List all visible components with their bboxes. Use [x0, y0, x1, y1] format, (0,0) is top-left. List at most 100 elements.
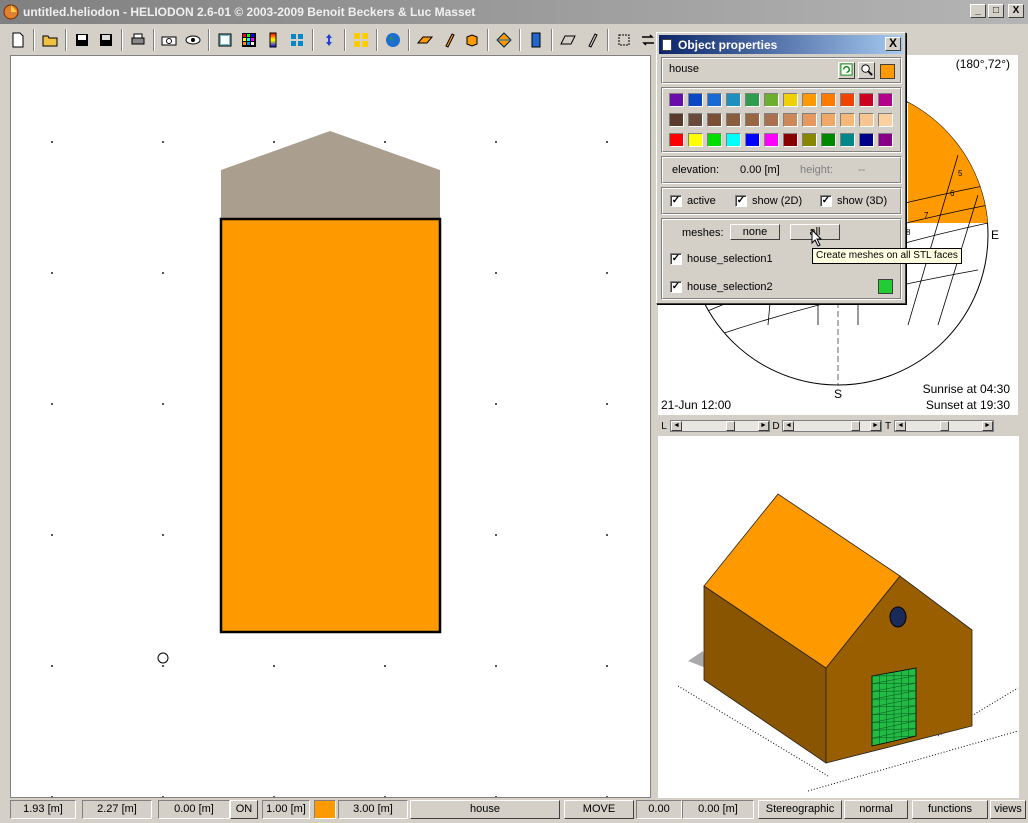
camera-icon[interactable]: [159, 29, 181, 51]
palette-swatch[interactable]: [745, 93, 760, 107]
palette-swatch[interactable]: [764, 133, 779, 147]
zoom-icon[interactable]: [858, 62, 875, 79]
ruler-icon[interactable]: [557, 29, 579, 51]
close-button[interactable]: X: [1008, 4, 1024, 18]
heliodon-app-icon[interactable]: [3, 4, 19, 20]
palette-swatch[interactable]: [878, 113, 893, 127]
palette-swatch[interactable]: [707, 113, 722, 127]
palette-swatch[interactable]: [821, 133, 836, 147]
origin-marker[interactable]: [157, 652, 169, 664]
palette-swatch[interactable]: [840, 93, 855, 107]
elevation-value[interactable]: 0.00 [m]: [740, 164, 780, 176]
rotate-icon[interactable]: [318, 29, 340, 51]
meshes-none-button[interactable]: none: [730, 224, 780, 240]
palette-swatch[interactable]: [840, 113, 855, 127]
perspective-view-3d[interactable]: [658, 436, 1019, 798]
palette-swatch[interactable]: [821, 113, 836, 127]
slider-thumb[interactable]: [850, 421, 860, 431]
palette-swatch[interactable]: [688, 133, 703, 147]
palette-swatch[interactable]: [707, 133, 722, 147]
new-file-icon[interactable]: [7, 29, 29, 51]
refresh-icon[interactable]: [838, 62, 855, 79]
round-window[interactable]: [889, 606, 907, 628]
render-mode-button[interactable]: normal: [844, 800, 908, 819]
diamond-icon[interactable]: [493, 29, 515, 51]
palette-swatch[interactable]: [669, 93, 684, 107]
pencil-icon[interactable]: [581, 29, 603, 51]
eye-icon[interactable]: [182, 29, 204, 51]
list-icon[interactable]: [525, 29, 547, 51]
palette-swatch[interactable]: [707, 93, 722, 107]
palette-swatch[interactable]: [802, 133, 817, 147]
minimize-button[interactable]: _: [970, 4, 986, 18]
print-icon[interactable]: [127, 29, 149, 51]
select-icon[interactable]: [613, 29, 635, 51]
save-as-icon[interactable]: [95, 29, 117, 51]
palette-swatch[interactable]: [802, 93, 817, 107]
tiles-icon[interactable]: [286, 29, 308, 51]
slider-right-arrow[interactable]: ►: [870, 421, 881, 431]
object-color-swatch[interactable]: [880, 64, 895, 79]
palette-swatch[interactable]: [688, 113, 703, 127]
gradient-icon[interactable]: [262, 29, 284, 51]
palette-swatch[interactable]: [745, 133, 760, 147]
views-button[interactable]: views: [990, 800, 1026, 819]
pen-icon[interactable]: [438, 29, 460, 51]
slider-left-arrow[interactable]: ◄: [671, 421, 682, 431]
projection-button[interactable]: Stereographic: [758, 800, 842, 819]
palette-swatch[interactable]: [821, 93, 836, 107]
selection2-checkbox[interactable]: ✓: [670, 281, 682, 293]
palette-swatch[interactable]: [878, 93, 893, 107]
palette-swatch[interactable]: [764, 93, 779, 107]
dialog-title-bar[interactable]: Object properties: [659, 35, 903, 54]
view-icon[interactable]: [214, 29, 236, 51]
slider-left-arrow[interactable]: ◄: [895, 421, 906, 431]
latitude-slider[interactable]: ◄ ►: [670, 420, 770, 432]
palette-swatch[interactable]: [726, 133, 741, 147]
slider-right-arrow[interactable]: ►: [982, 421, 993, 431]
show-3d-checkbox[interactable]: ✓: [820, 195, 832, 207]
show-2d-checkbox[interactable]: ✓: [735, 195, 747, 207]
plan-view-2d[interactable]: [10, 55, 651, 798]
palette-swatch[interactable]: [669, 113, 684, 127]
selection1-checkbox[interactable]: ✓: [670, 253, 682, 265]
palette-swatch[interactable]: [764, 113, 779, 127]
palette-swatch[interactable]: [859, 133, 874, 147]
box-icon[interactable]: [462, 29, 484, 51]
house-2d[interactable]: [219, 217, 442, 634]
palette-swatch[interactable]: [840, 133, 855, 147]
palette-swatch[interactable]: [783, 93, 798, 107]
palette-swatch[interactable]: [859, 93, 874, 107]
palette-swatch[interactable]: [745, 113, 760, 127]
object-name[interactable]: house: [669, 63, 699, 75]
palette-swatch[interactable]: [878, 133, 893, 147]
palette-swatch[interactable]: [783, 113, 798, 127]
roof-2d[interactable]: [221, 131, 440, 219]
functions-button[interactable]: functions: [912, 800, 988, 819]
slider-left-arrow[interactable]: ◄: [783, 421, 794, 431]
palette-swatch[interactable]: [783, 133, 798, 147]
dialog-close-button[interactable]: X: [885, 37, 901, 51]
grid-color-icon[interactable]: [238, 29, 260, 51]
status-object[interactable]: house: [410, 800, 560, 819]
active-checkbox[interactable]: ✓: [670, 195, 682, 207]
maximize-button[interactable]: □: [988, 4, 1004, 18]
open-folder-icon[interactable]: [39, 29, 61, 51]
time-slider[interactable]: ◄ ►: [894, 420, 994, 432]
palette-swatch[interactable]: [859, 113, 874, 127]
slider-right-arrow[interactable]: ►: [758, 421, 769, 431]
globe-icon[interactable]: [382, 29, 404, 51]
status-mode[interactable]: MOVE: [564, 800, 634, 819]
palette-swatch[interactable]: [669, 133, 684, 147]
slider-thumb[interactable]: [725, 421, 735, 431]
status-color-swatch[interactable]: [314, 800, 336, 819]
slider-thumb[interactable]: [939, 421, 949, 431]
save-icon[interactable]: [71, 29, 93, 51]
palette-swatch[interactable]: [726, 113, 741, 127]
layout-icon[interactable]: [350, 29, 372, 51]
status-on-toggle[interactable]: ON: [230, 800, 258, 819]
plane-icon[interactable]: [414, 29, 436, 51]
selection2-color-swatch[interactable]: [878, 279, 893, 294]
palette-swatch[interactable]: [802, 113, 817, 127]
day-slider[interactable]: ◄ ►: [782, 420, 882, 432]
